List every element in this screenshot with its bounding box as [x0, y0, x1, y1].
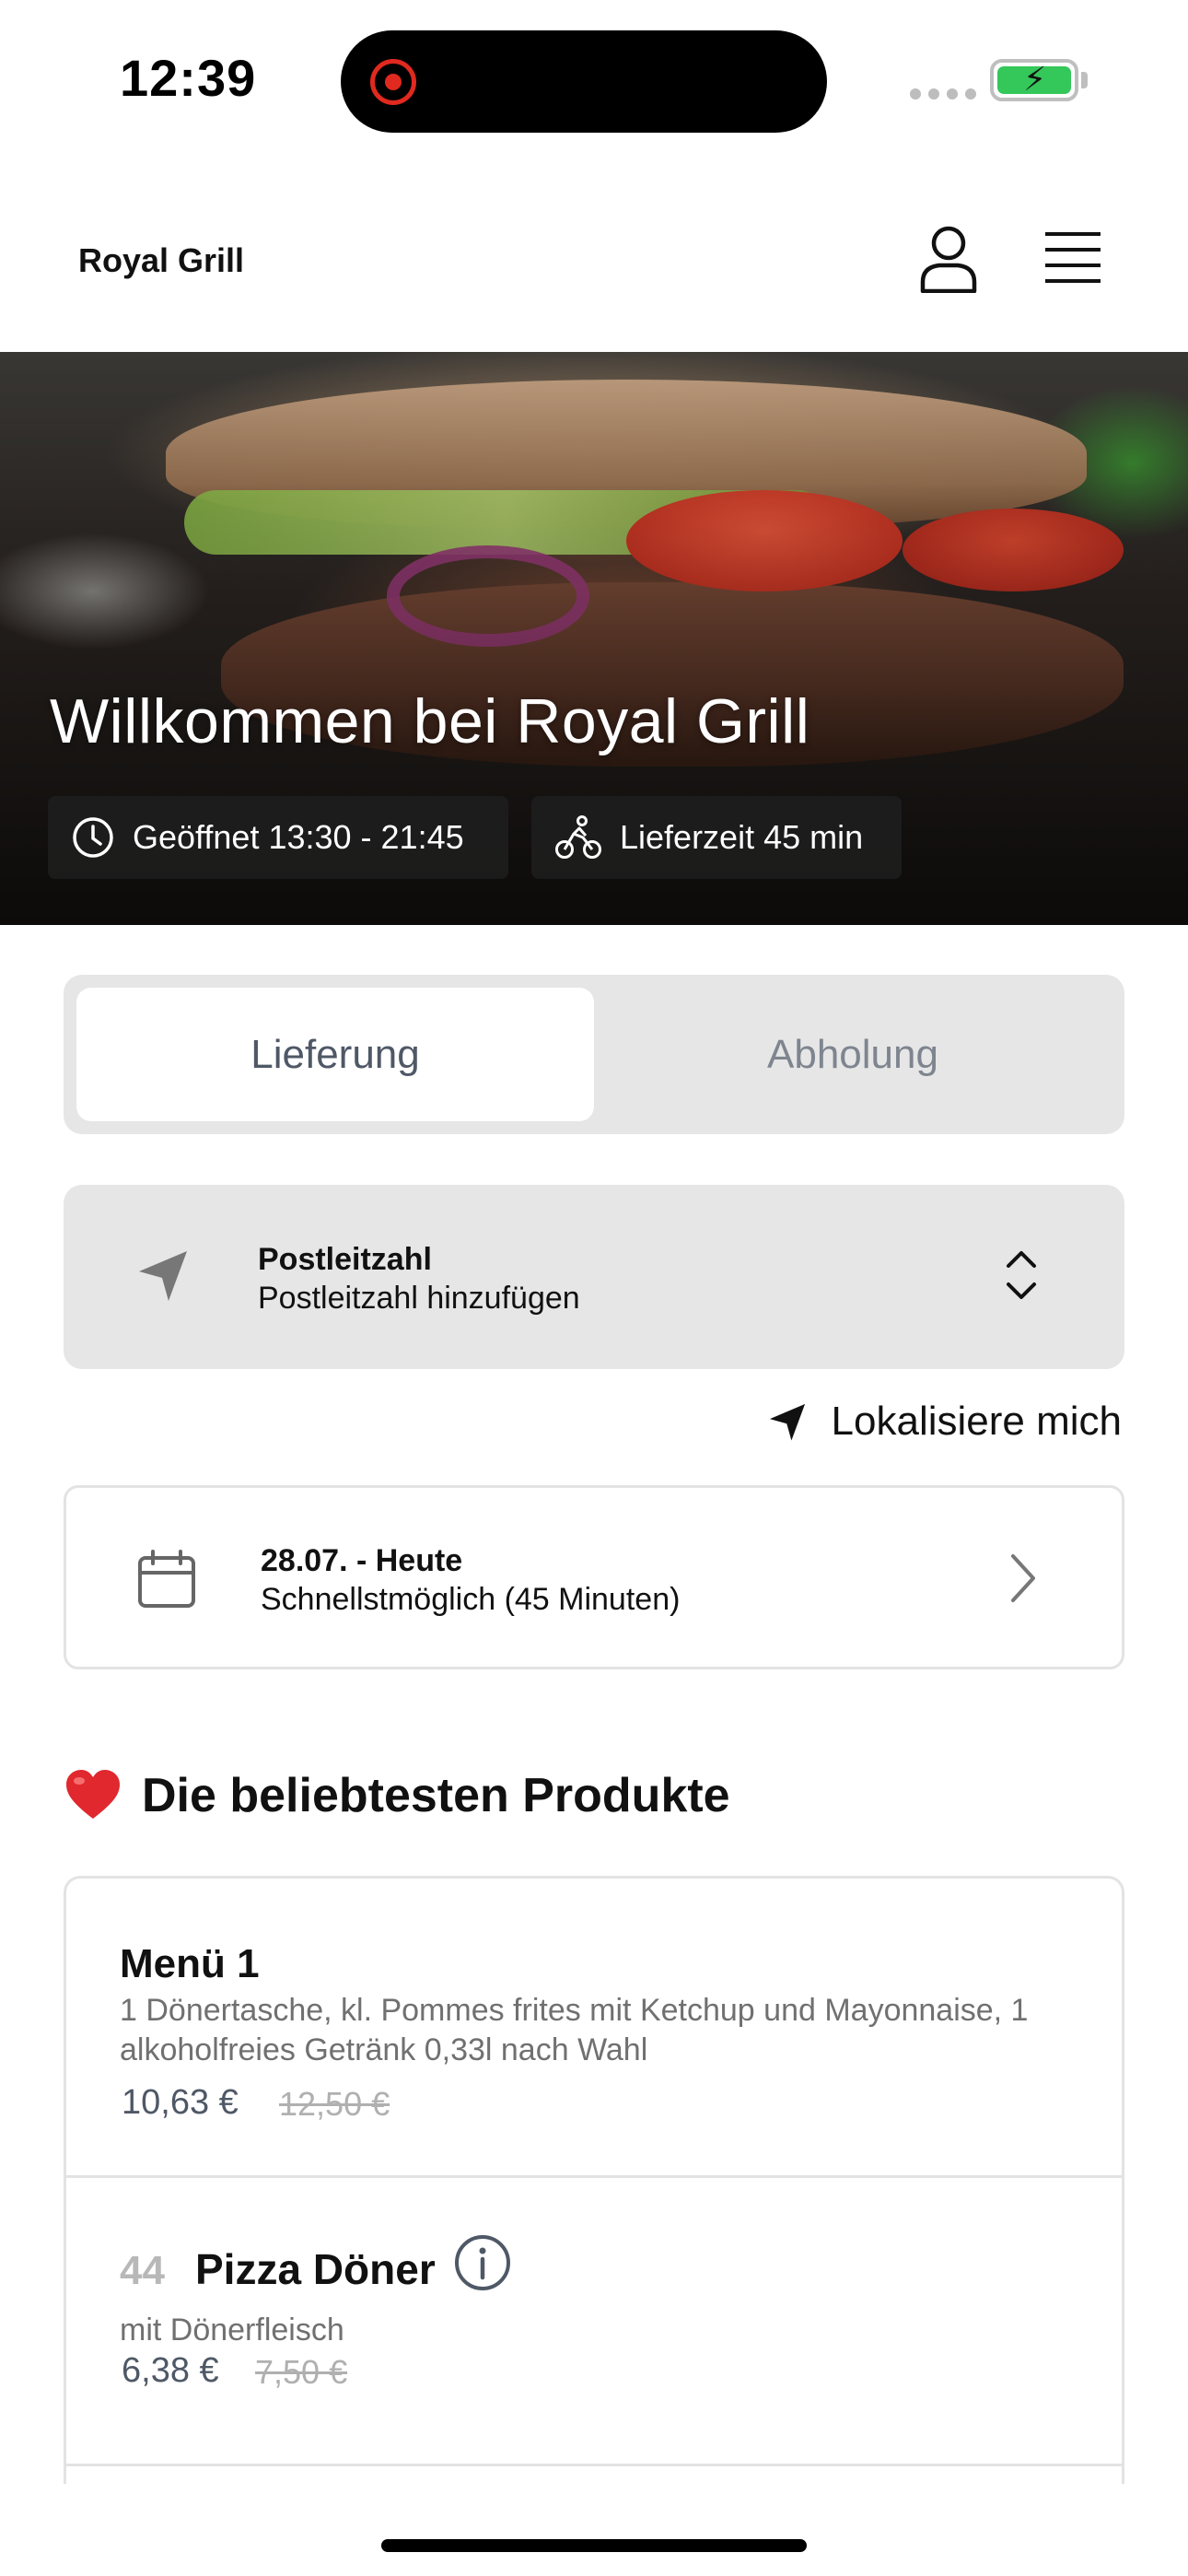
location-arrow-icon	[139, 1251, 187, 1301]
product-name: Pizza Döner	[195, 2245, 436, 2293]
signal-icon	[910, 88, 976, 100]
info-icon[interactable]	[453, 2233, 512, 2292]
locate-me-link[interactable]: Lokalisiere mich	[767, 1399, 1122, 1445]
postcode-placeholder: Postleitzahl hinzufügen	[258, 1281, 580, 1316]
chevron-up-down-icon	[1007, 1251, 1036, 1299]
opening-hours-text: Geöffnet 13:30 - 21:45	[133, 818, 464, 856]
tab-delivery[interactable]: Lieferung	[76, 988, 594, 1121]
delivery-time-option: Schnellstmöglich (45 Minuten)	[261, 1582, 681, 1617]
product-price: 10,63 €	[122, 2083, 239, 2122]
postcode-selector[interactable]: Postleitzahl Postleitzahl hinzufügen	[64, 1185, 1124, 1369]
location-arrow-icon	[769, 1403, 805, 1441]
product-description: 1 Dönertasche, kl. Pommes frites mit Ket…	[120, 1993, 1029, 2067]
popular-products-heading: Die beliebtesten Produkte	[64, 1767, 730, 1824]
menu-icon[interactable]	[1043, 230, 1102, 286]
locate-me-label: Lokalisiere mich	[831, 1399, 1122, 1444]
tab-pickup[interactable]: Abholung	[594, 988, 1112, 1121]
order-mode-toggle: Lieferung Abholung	[64, 975, 1124, 1134]
popular-products-title: Die beliebtesten Produkte	[142, 1769, 730, 1822]
heart-icon	[66, 1770, 120, 1819]
popular-products-list: Menü 1 1 Dönertasche, kl. Pommes frites …	[64, 1876, 1124, 2484]
delivery-time-badge: Lieferzeit 45 min	[531, 796, 902, 879]
delivery-date-selector[interactable]: 28.07. - Heute Schnellstmöglich (45 Minu…	[64, 1485, 1124, 1669]
product-old-price: 12,50 €	[279, 2085, 390, 2123]
product-name: Menü 1	[120, 1941, 260, 1986]
bicycle-icon	[555, 815, 601, 859]
dynamic-island	[341, 30, 827, 133]
delivery-time-text: Lieferzeit 45 min	[620, 818, 864, 856]
clock-icon	[73, 817, 113, 858]
chevron-right-icon	[1011, 1554, 1035, 1602]
hero-title: Willkommen bei Royal Grill	[50, 686, 810, 756]
status-bar: 12:39 ⚡	[0, 0, 1188, 157]
status-time: 12:39	[120, 49, 257, 107]
product-description: mit Dönerfleisch	[120, 2313, 344, 2348]
product-item[interactable]: Menü 1 1 Dönertasche, kl. Pommes frites …	[66, 1879, 1122, 2178]
product-item[interactable]: 44 Pizza Döner mit Dönerfleisch 6,38 € 7…	[66, 2178, 1122, 2466]
app-header: Royal Grill	[0, 175, 1188, 352]
home-indicator[interactable]	[381, 2539, 807, 2552]
calendar-icon	[138, 1550, 195, 1608]
product-old-price: 7,50 €	[255, 2353, 348, 2391]
recording-indicator-icon	[370, 59, 416, 105]
delivery-date: 28.07. - Heute	[261, 1543, 463, 1578]
user-icon[interactable]	[919, 225, 978, 294]
battery-icon: ⚡	[990, 59, 1078, 101]
postcode-label: Postleitzahl	[258, 1242, 432, 1277]
battery-cap	[1081, 72, 1088, 88]
brand-name[interactable]: Royal Grill	[78, 241, 244, 280]
product-number: 44	[120, 2248, 165, 2293]
hero-banner: Willkommen bei Royal Grill Geöffnet 13:3…	[0, 352, 1188, 925]
product-price: 6,38 €	[122, 2351, 219, 2390]
opening-hours-badge: Geöffnet 13:30 - 21:45	[48, 796, 508, 879]
